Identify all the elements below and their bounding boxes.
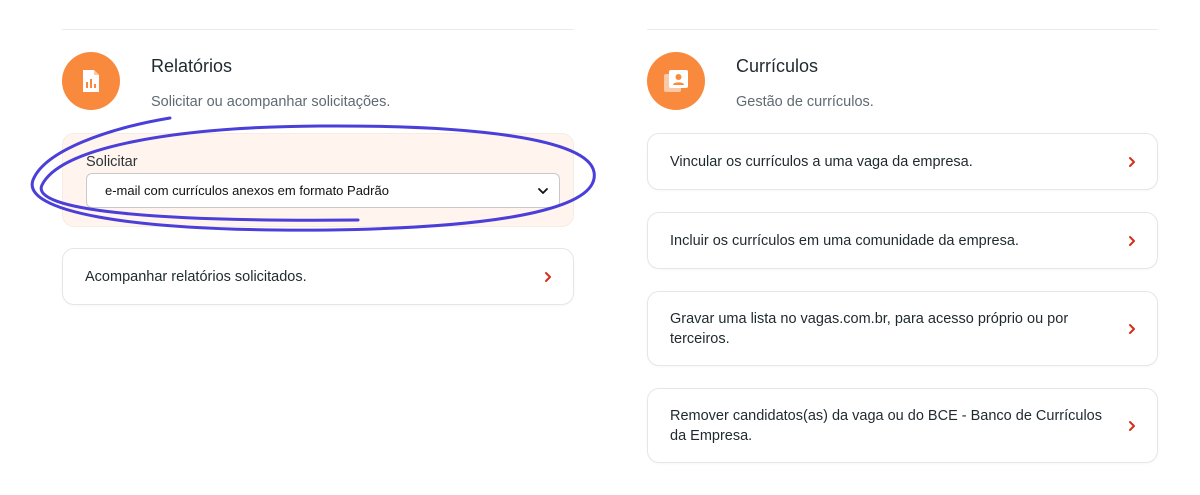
chevron-right-icon (1129, 420, 1135, 431)
top-divider-right (647, 29, 1158, 30)
request-report-box: Solicitar e-mail com currículos anexos e… (62, 133, 574, 227)
card-label: Vincular os currículos a uma vaga da emp… (670, 153, 973, 170)
follow-reports-card[interactable]: Acompanhar relatórios solicitados. (62, 248, 574, 305)
resumes-subtitle: Gestão de currículos. (736, 94, 874, 110)
remove-candidates-card[interactable]: Remover candidatos(as) da vaga ou do BCE… (647, 388, 1158, 463)
page: Relatórios Solicitar ou acompanhar solic… (0, 0, 1200, 495)
chevron-down-icon (538, 187, 548, 194)
resume-contact-icon (647, 52, 705, 110)
chevron-right-icon (1129, 156, 1135, 167)
chevron-right-icon (1129, 235, 1135, 246)
report-type-select[interactable]: e-mail com currículos anexos em formato … (86, 173, 560, 208)
follow-reports-label: Acompanhar relatórios solicitados. (85, 268, 307, 285)
card-label: Remover candidatos(as) da vaga ou do BCE… (670, 407, 1102, 444)
add-resumes-to-community-card[interactable]: Incluir os currículos em uma comunidade … (647, 212, 1158, 269)
chevron-right-icon (545, 271, 551, 282)
top-divider-left (62, 29, 574, 30)
card-label: Incluir os currículos em uma comunidade … (670, 232, 1019, 249)
save-list-card[interactable]: Gravar uma lista no vagas.com.br, para a… (647, 291, 1158, 366)
report-type-select-value: e-mail com currículos anexos em formato … (105, 183, 389, 198)
resumes-title: Currículos (736, 56, 819, 76)
reports-title: Relatórios (151, 56, 233, 76)
card-label: Gravar uma lista no vagas.com.br, para a… (670, 310, 1069, 347)
request-label: Solicitar (86, 154, 138, 170)
report-chart-icon (62, 52, 120, 110)
link-resumes-to-job-card[interactable]: Vincular os currículos a uma vaga da emp… (647, 133, 1158, 190)
chevron-right-icon (1129, 323, 1135, 334)
reports-subtitle: Solicitar ou acompanhar solicitações. (151, 94, 391, 110)
